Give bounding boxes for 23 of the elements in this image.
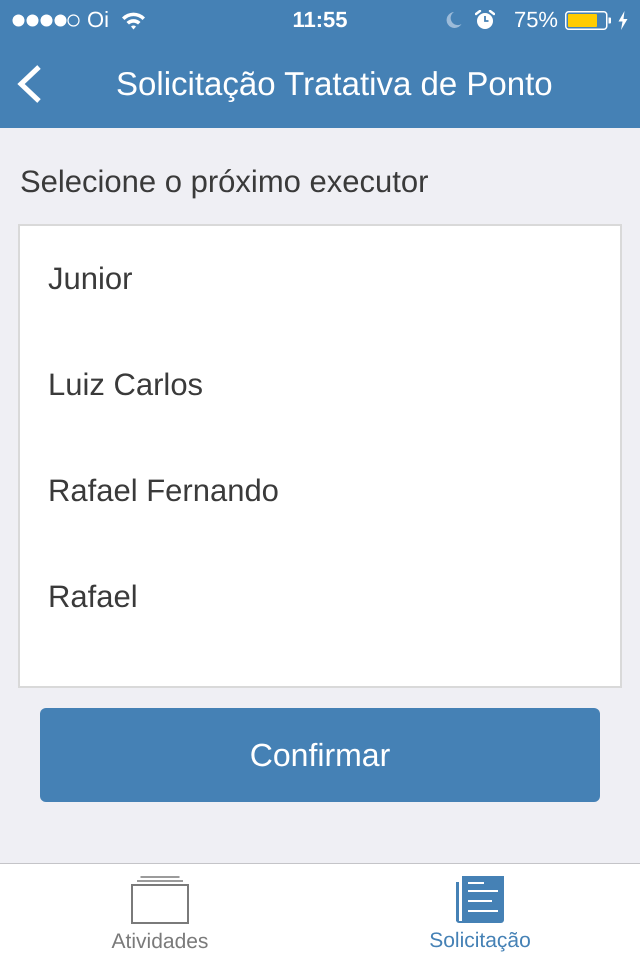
battery-percentage: 75% [514,7,558,33]
tab-label: Atividades [112,930,208,954]
executor-option[interactable]: Rafael Fernando [20,438,620,544]
tab-label: Solicitação [429,929,531,953]
battery-icon [565,10,611,30]
executor-option[interactable]: Rafael [20,544,620,650]
wifi-icon [121,10,146,30]
alarm-clock-icon [474,10,495,30]
signal-strength-icon [12,14,80,26]
document-icon [456,876,504,923]
back-chevron-icon[interactable] [15,64,43,104]
clock-time: 11:55 [292,7,348,32]
charging-bolt-icon [618,10,628,30]
moon-icon [444,11,462,29]
stacked-cards-icon [131,876,189,924]
carrier-name: Oi [87,7,109,33]
screen-title: Solicitação Tratativa de Ponto [116,65,553,103]
tab-bar-item[interactable]: Solicitação [320,864,640,960]
tab-bar-item[interactable]: Atividades [0,864,320,960]
section-prompt: Selecione o próximo executor [20,165,430,199]
executor-option[interactable]: Luiz Carlos [20,332,620,438]
executor-option[interactable]: Junior [20,226,620,332]
confirm-button[interactable]: Confirmar [40,708,600,802]
